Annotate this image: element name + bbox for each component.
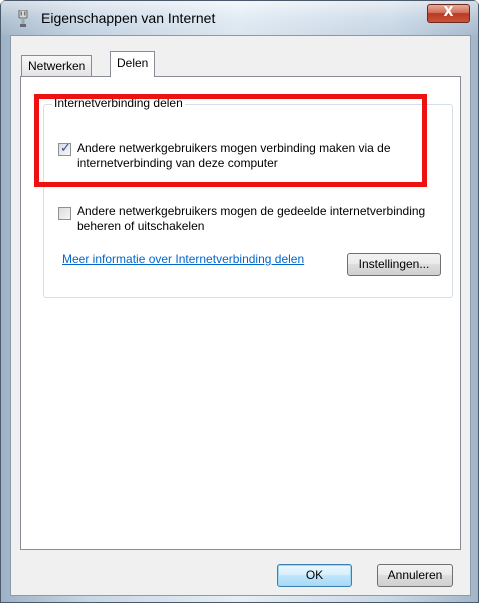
allow-control-label[interactable]: Andere netwerkgebruikers mogen de gedeel… [77, 204, 437, 234]
window-title: Eigenschappen van Internet [41, 10, 216, 26]
close-button[interactable]: X [427, 4, 470, 23]
title-bar[interactable]: Eigenschappen van Internet X [1, 1, 478, 35]
allow-connect-label[interactable]: Andere netwerkgebruikers mogen verbindin… [77, 141, 437, 171]
internet-plug-icon [18, 10, 28, 27]
tab-netwerken[interactable]: Netwerken [21, 55, 93, 76]
ok-button[interactable]: OK [277, 564, 352, 587]
dialog-client-area: Netwerken Delen Internetverbinding delen… [10, 35, 471, 596]
close-icon: X [443, 5, 454, 20]
cancel-button[interactable]: Annuleren [377, 564, 453, 587]
settings-button[interactable]: Instellingen... [347, 253, 441, 276]
groupbox-label: Internetverbinding delen [52, 96, 185, 110]
checkmark-icon: ✓ [60, 141, 71, 156]
properties-window: Eigenschappen van Internet X Netwerken D… [0, 0, 479, 603]
delen-tab-panel: Internetverbinding delen ✓ Andere netwer… [20, 76, 461, 550]
allow-control-checkbox[interactable] [58, 207, 71, 220]
allow-connect-checkbox[interactable]: ✓ [58, 141, 71, 156]
more-info-link[interactable]: Meer informatie over Internetverbinding … [62, 252, 312, 266]
tab-delen[interactable]: Delen [110, 51, 156, 77]
